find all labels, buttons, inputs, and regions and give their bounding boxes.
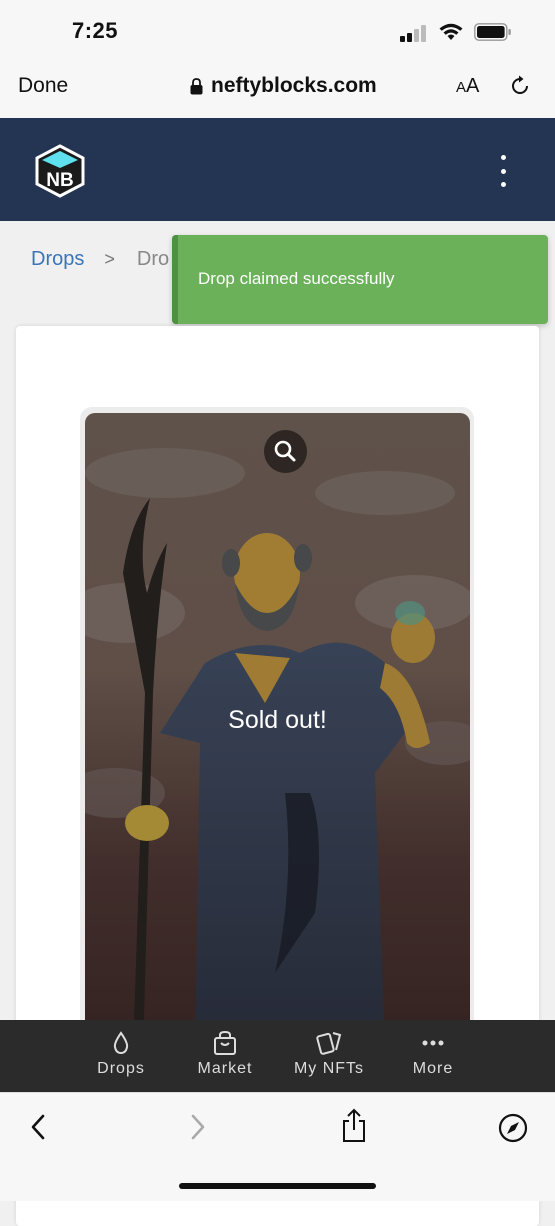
breadcrumb: Drops > Dro [31,248,169,271]
cellular-signal-icon [400,24,428,42]
text-size-button[interactable]: AA [456,75,479,98]
battery-icon [474,23,511,41]
breadcrumb-current: Dro [136,248,170,270]
cards-icon [316,1032,342,1055]
lock-icon [190,77,203,94]
ellipsis-icon [422,1040,444,1046]
nav-drops[interactable]: Drops [71,1030,171,1078]
text-size-small-label: A [456,79,467,96]
text-size-large-label: A [466,75,480,97]
toast-message: Drop claimed successfully [198,269,395,288]
share-icon[interactable] [340,1108,368,1144]
nav-drops-label: Drops [97,1060,145,1077]
toast-accent [172,235,178,324]
zoom-button[interactable] [264,430,307,473]
breadcrumb-separator: > [104,249,115,269]
compass-icon[interactable] [497,1112,529,1144]
url-text: neftyblocks.com [211,74,377,97]
status-time: 7:25 [72,18,119,43]
nav-more[interactable]: More [383,1030,483,1078]
neftyblocks-logo[interactable]: NB [34,144,86,198]
wifi-icon [439,23,463,40]
nav-more-label: More [412,1060,454,1077]
drop-icon [113,1031,129,1055]
shopping-bag-icon [214,1030,236,1055]
nav-market[interactable]: Market [175,1030,275,1078]
url-field[interactable]: neftyblocks.com [190,73,377,99]
sold-out-label: Sold out! [228,706,327,734]
magnifier-icon [274,440,296,462]
nav-my-nfts[interactable]: My NFTs [279,1030,379,1078]
breadcrumb-drops-link[interactable]: Drops [31,248,84,271]
nav-market-label: Market [197,1060,253,1077]
logo-text: NB [46,170,73,191]
forward-icon[interactable] [188,1113,208,1141]
home-indicator [179,1183,376,1189]
back-icon[interactable] [28,1113,48,1141]
reload-icon[interactable] [508,74,532,98]
kebab-menu-icon[interactable] [494,155,512,187]
nav-my-nfts-label: My NFTs [293,1060,365,1077]
done-button[interactable]: Done [18,74,68,98]
